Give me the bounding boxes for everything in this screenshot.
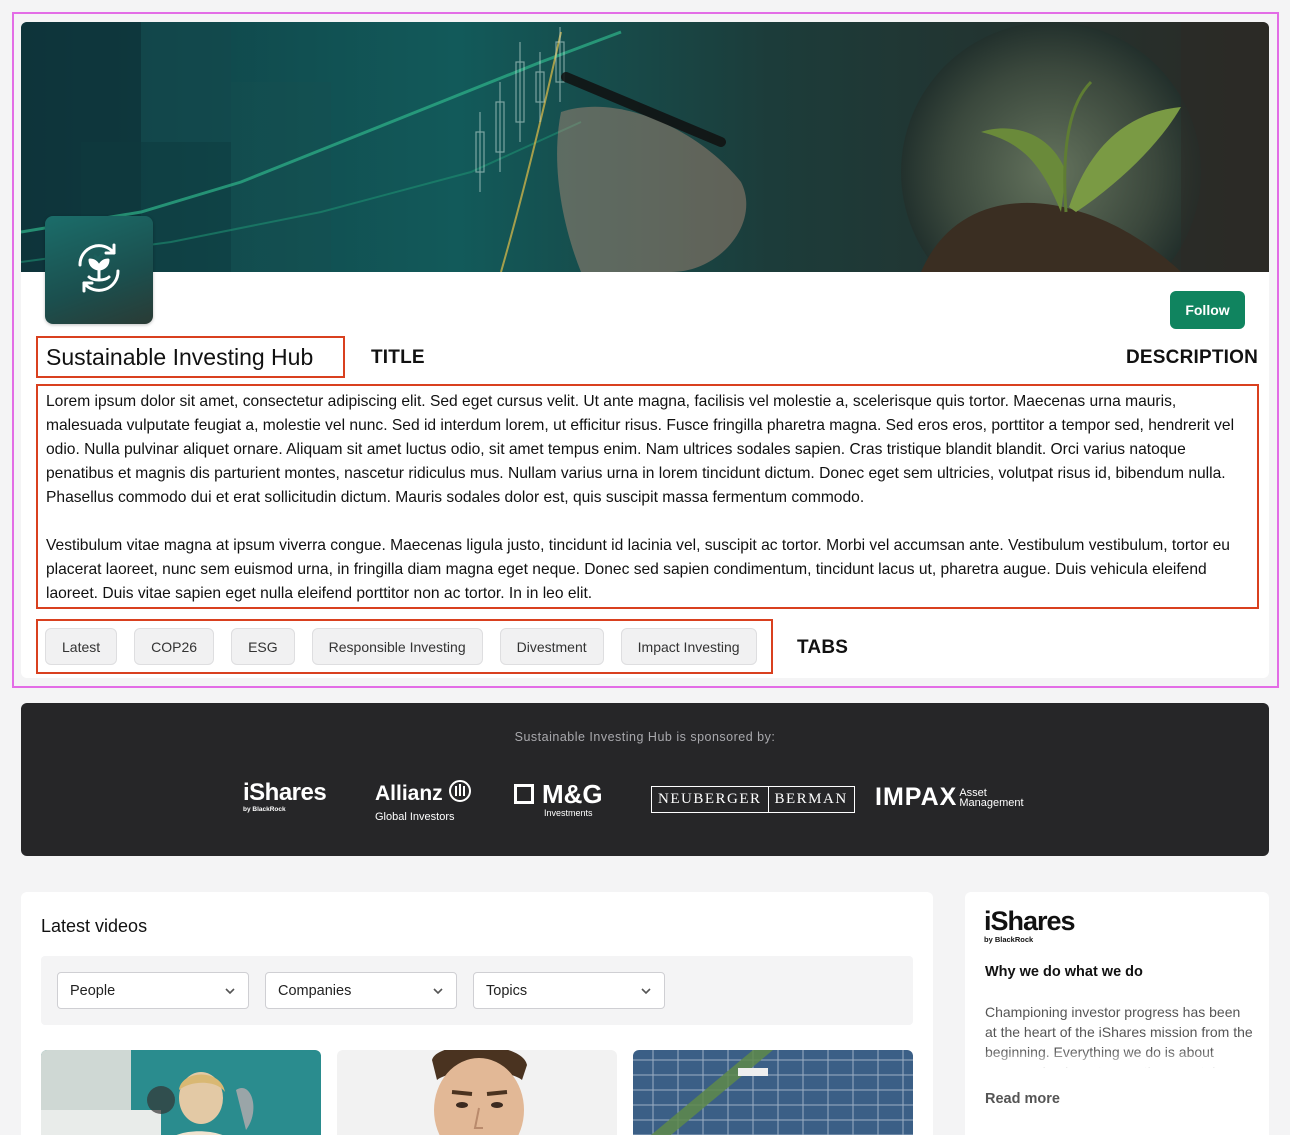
chevron-down-icon	[224, 985, 236, 1001]
hub-header-card: Follow Sustainable Investing Hub TITLE D…	[21, 22, 1269, 678]
tab-responsible-investing[interactable]: Responsible Investing	[311, 628, 483, 665]
impax-sponsor-logo[interactable]: IMPAX Asset Management	[875, 785, 1024, 810]
hub-banner-image	[21, 22, 1269, 272]
ishares-wordmark: iShares	[243, 779, 327, 806]
text-fade-overlay	[985, 1050, 1255, 1070]
neuberger-word: NEUBERGER	[652, 787, 769, 812]
allianz-byline: Global Investors	[375, 811, 455, 823]
tabs-annotation-box: Latest COP26 ESG Responsible Investing D…	[36, 619, 773, 674]
title-annotation-label: TITLE	[371, 347, 425, 368]
tab-divestment[interactable]: Divestment	[499, 628, 604, 665]
mg-sponsor-logo[interactable]: M&G Investments	[514, 781, 603, 818]
neuberger-berman-sponsor-logo[interactable]: NEUBERGER BERMAN	[651, 786, 855, 813]
tab-latest[interactable]: Latest	[45, 628, 118, 665]
follow-button[interactable]: Follow	[1170, 291, 1245, 329]
ishares-byline: by BlackRock	[243, 806, 286, 813]
chevron-down-icon	[640, 985, 652, 1001]
read-more-link[interactable]: Read more	[985, 1091, 1060, 1107]
mg-byline: Investments	[544, 808, 593, 818]
ishares-brand-logo: iShares by BlackRock	[984, 906, 1076, 945]
people-filter-select[interactable]: People	[57, 972, 249, 1009]
allianz-eagle-icon	[448, 779, 472, 808]
filter-bar: People Companies Topics	[41, 956, 913, 1025]
people-filter-label: People	[70, 982, 116, 999]
title-annotation-box: Sustainable Investing Hub	[36, 336, 345, 378]
page-title: Sustainable Investing Hub	[46, 343, 314, 370]
impax-sub-asset: Asset	[959, 786, 987, 799]
sidebar-heading: Why we do what we do	[985, 964, 1143, 980]
latest-videos-card: Latest videos People Companies Topics	[21, 892, 933, 1135]
berman-word: BERMAN	[774, 791, 848, 807]
description-paragraph-1: Lorem ipsum dolor sit amet, consectetur …	[46, 393, 1235, 506]
topics-filter-label: Topics	[486, 982, 528, 999]
tab-cop26[interactable]: COP26	[134, 628, 215, 665]
video-thumbnail[interactable]	[337, 1050, 617, 1135]
companies-filter-select[interactable]: Companies	[265, 972, 457, 1009]
hub-logo	[45, 216, 153, 324]
chevron-down-icon	[432, 985, 444, 1001]
sponsor-bar: Sustainable Investing Hub is sponsored b…	[21, 703, 1269, 856]
topics-filter-select[interactable]: Topics	[473, 972, 665, 1009]
description-annotation-box: Lorem ipsum dolor sit amet, consectetur …	[36, 384, 1259, 609]
sponsor-sidebar-card: iShares by BlackRock Why we do what we d…	[965, 892, 1269, 1135]
impax-sub-management: Management	[959, 796, 1024, 809]
ishares-side-byline: by BlackRock	[984, 935, 1034, 944]
mg-square-icon	[514, 784, 534, 804]
description-annotation-label: DESCRIPTION	[1126, 347, 1259, 368]
tab-esg[interactable]: ESG	[231, 628, 295, 665]
impax-wordmark: IMPAX	[875, 783, 958, 811]
tabs-annotation-label: TABS	[797, 637, 849, 658]
ishares-side-wordmark: iShares	[984, 906, 1076, 936]
video-thumbnail[interactable]	[633, 1050, 913, 1135]
sponsor-heading: Sustainable Investing Hub is sponsored b…	[514, 730, 776, 744]
description-paragraph-2: Vestibulum vitae magna at ipsum viverra …	[46, 537, 1230, 602]
allianz-wordmark: Allianz	[375, 781, 443, 805]
tab-impact-investing[interactable]: Impact Investing	[620, 628, 757, 665]
sustainability-leaf-icon	[70, 239, 128, 302]
video-thumbnail[interactable]	[41, 1050, 321, 1135]
mg-wordmark: M&G	[542, 779, 603, 809]
latest-videos-title: Latest videos	[41, 916, 148, 936]
allianz-sponsor-logo[interactable]: Allianz Global Investors	[375, 779, 472, 823]
ishares-sponsor-logo[interactable]: iShares by BlackRock	[243, 779, 327, 814]
companies-filter-label: Companies	[278, 982, 352, 999]
